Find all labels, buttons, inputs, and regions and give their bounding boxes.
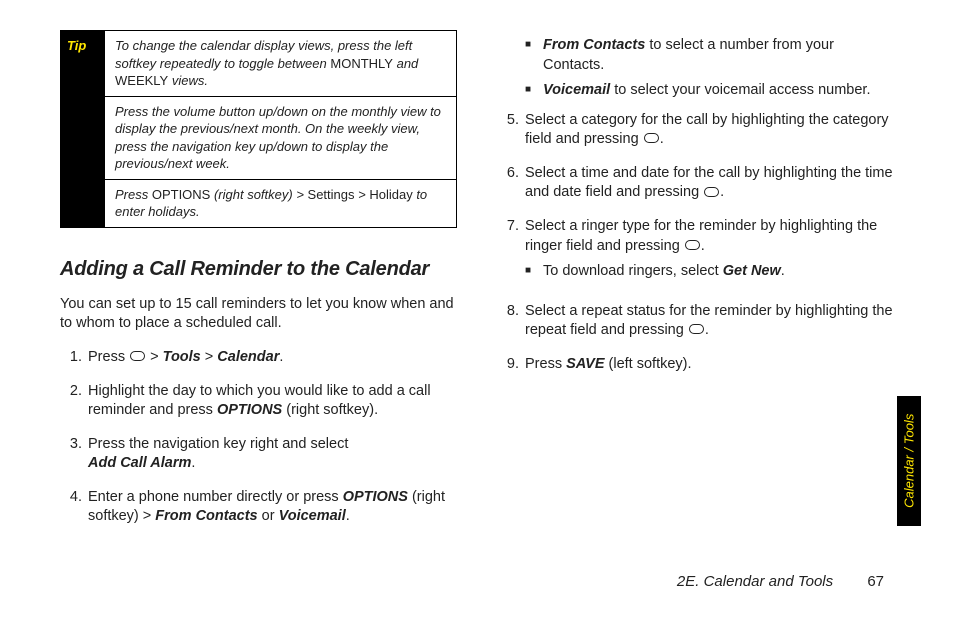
step-4-sublist: ■ From Contacts to select a number from … <box>525 36 894 101</box>
right-column: ■ From Contacts to select a number from … <box>497 30 894 586</box>
side-tab-label: Calendar / Tools <box>900 414 918 508</box>
step-2: 2. Highlight the day to which you would … <box>60 382 457 421</box>
tip-label: Tip <box>61 31 105 227</box>
steps-list-right: 5. Select a category for the call by hig… <box>497 111 894 375</box>
ok-key-icon <box>644 133 659 143</box>
tip-box: Tip To change the calendar display views… <box>60 30 457 228</box>
step-6: 6. Select a time and date for the call b… <box>497 164 894 203</box>
step-4a: ■ From Contacts to select a number from … <box>525 36 894 75</box>
manual-page: Tip To change the calendar display views… <box>0 0 954 636</box>
step-7a: ■ To download ringers, select Get New. <box>525 262 894 282</box>
ok-key-icon <box>704 187 719 197</box>
page-number: 67 <box>867 573 884 590</box>
step-7: 7. Select a ringer type for the reminder… <box>497 217 894 288</box>
ok-key-icon <box>685 240 700 250</box>
tip-row-2: Press the volume button up/down on the m… <box>105 96 456 179</box>
tip-row-3: Press OPTIONS (right softkey) > Settings… <box>105 179 456 227</box>
step-8: 8. Select a repeat status for the remind… <box>497 302 894 341</box>
section-heading: Adding a Call Reminder to the Calendar <box>60 256 457 283</box>
step-4: 4. Enter a phone number directly or pres… <box>60 488 457 527</box>
footer-section: 2E. Calendar and Tools <box>677 573 833 590</box>
left-column: Tip To change the calendar display views… <box>60 30 457 586</box>
steps-list-left: 1. Press > Tools > Calendar. 2. Highligh… <box>60 348 457 527</box>
step-1: 1. Press > Tools > Calendar. <box>60 348 457 368</box>
step-5: 5. Select a category for the call by hig… <box>497 111 894 150</box>
menu-key-icon <box>130 351 145 361</box>
step-3: 3. Press the navigation key right and se… <box>60 435 457 474</box>
ok-key-icon <box>689 324 704 334</box>
section-intro: You can set up to 15 call reminders to l… <box>60 295 457 334</box>
side-tab: Calendar / Tools <box>897 396 921 526</box>
step-4b: ■ Voicemail to select your voicemail acc… <box>525 81 894 101</box>
tip-row-1: To change the calendar display views, pr… <box>105 31 456 96</box>
page-footer: 2E. Calendar and Tools 67 <box>677 572 884 592</box>
step-9: 9. Press SAVE (left softkey). <box>497 355 894 375</box>
